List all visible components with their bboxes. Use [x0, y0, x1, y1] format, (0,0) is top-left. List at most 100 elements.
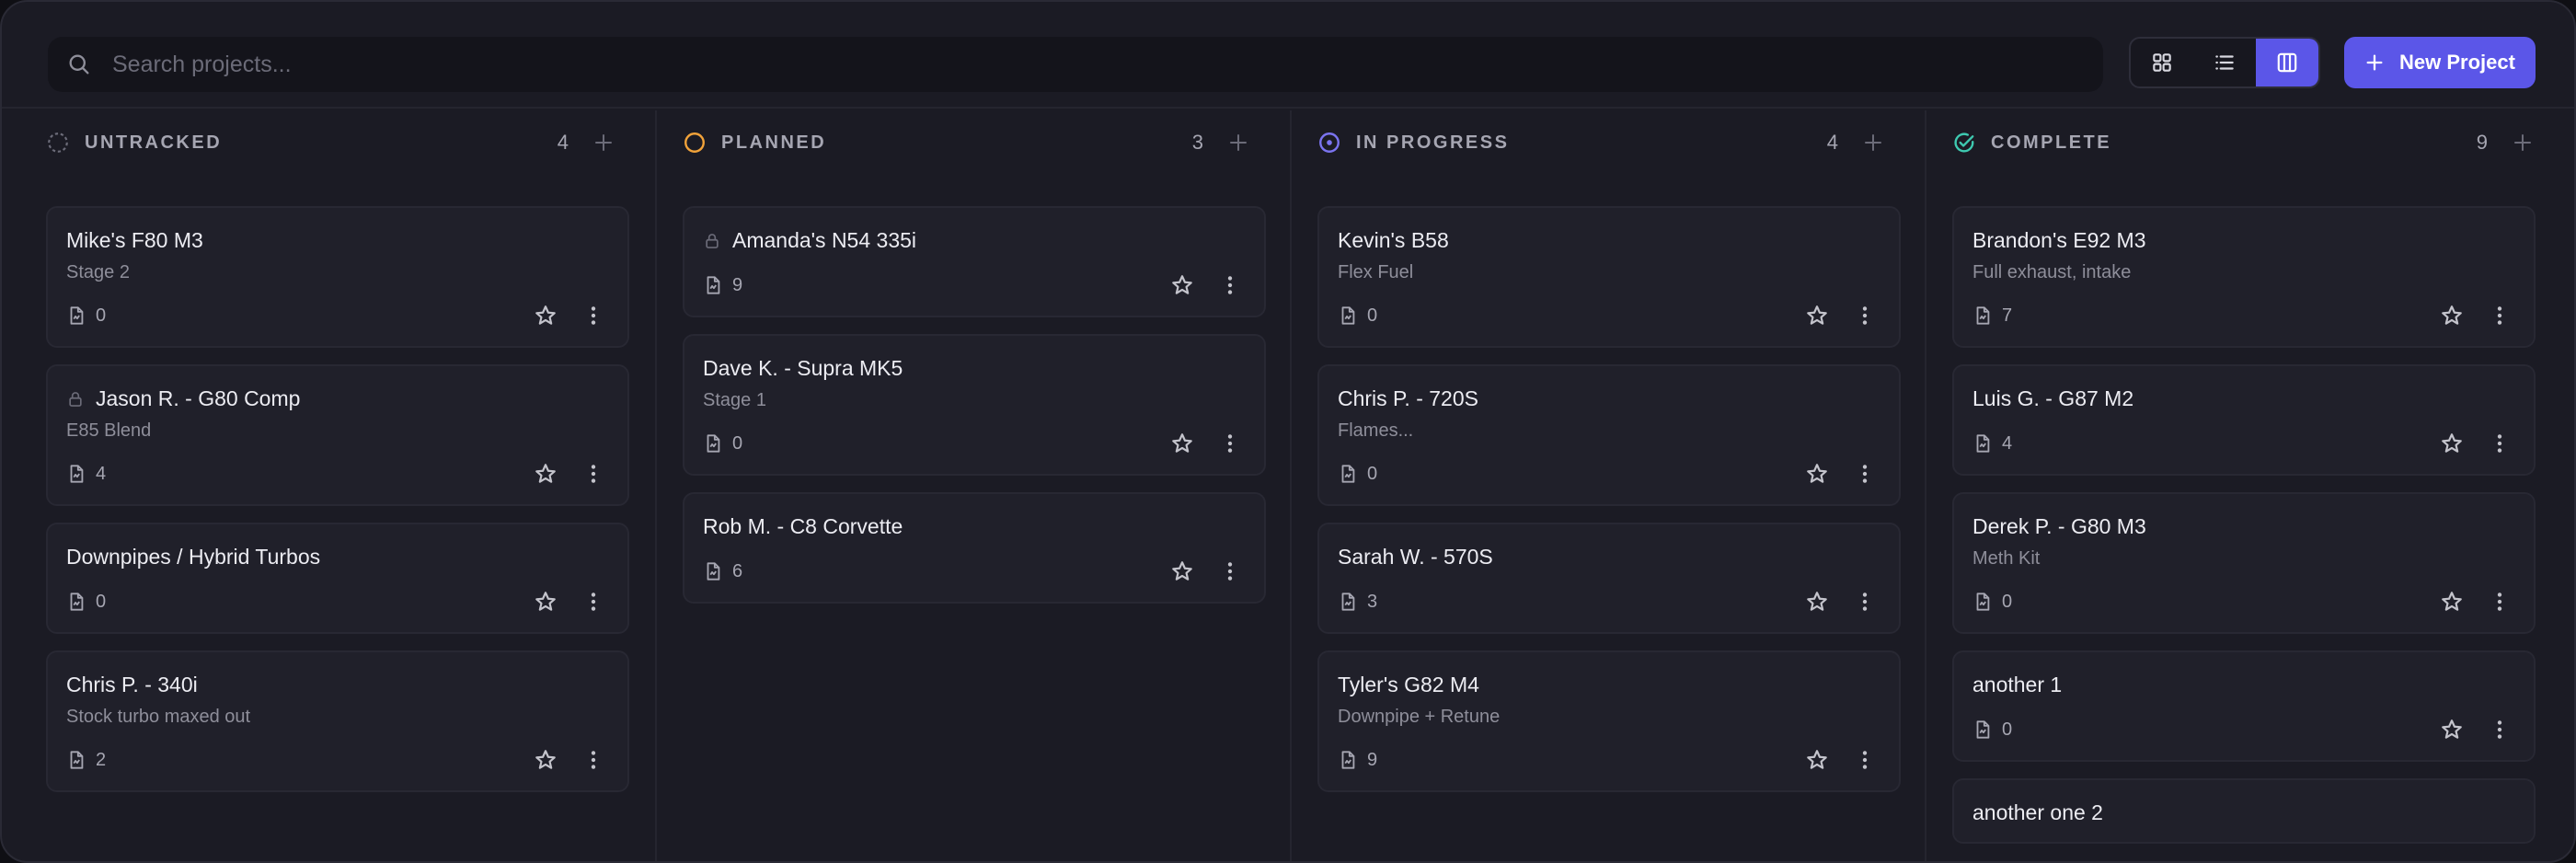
star-icon[interactable]	[1805, 748, 1829, 772]
card-actions	[534, 748, 605, 772]
card-footer: 3	[1338, 588, 1880, 616]
column-header: COMPLETE 9	[1952, 110, 2548, 175]
project-card[interactable]: Downpipes / Hybrid Turbos 0	[46, 523, 629, 634]
file-count: 0	[1972, 719, 2012, 741]
add-card-icon[interactable]	[1227, 132, 1249, 154]
project-card[interactable]: Jason R. - G80 Comp E85 Blend 4	[46, 364, 629, 506]
more-vertical-icon[interactable]	[1218, 432, 1242, 455]
star-icon[interactable]	[1170, 273, 1194, 297]
more-vertical-icon[interactable]	[581, 590, 605, 614]
star-icon[interactable]	[534, 462, 558, 486]
project-card[interactable]: Luis G. - G87 M2 4	[1952, 364, 2536, 476]
star-icon[interactable]	[1805, 462, 1829, 486]
card-subtitle: Stock turbo maxed out	[66, 707, 251, 727]
column-untracked: UNTRACKED 4 Mike's F80 M3 Stage 2 0 Jaso…	[2, 110, 657, 861]
column-header: IN PROGRESS 4	[1317, 110, 1899, 175]
circle-icon	[684, 132, 705, 153]
project-card[interactable]: Amanda's N54 335i 9	[683, 206, 1266, 317]
more-vertical-icon[interactable]	[1853, 748, 1877, 772]
file-count-value: 0	[96, 591, 107, 612]
project-card[interactable]: another 1 0	[1952, 650, 2536, 762]
board-view-button[interactable]	[2256, 39, 2318, 86]
star-icon[interactable]	[534, 304, 558, 328]
star-icon[interactable]	[1805, 304, 1829, 328]
more-vertical-icon[interactable]	[1218, 559, 1242, 583]
card-footer: 9	[1338, 746, 1880, 774]
file-count-value: 7	[2002, 305, 2013, 326]
card-title-row: Chris P. - 720S	[1338, 386, 1880, 411]
search-input[interactable]	[112, 51, 2044, 78]
file-count: 0	[1338, 305, 1377, 327]
project-card[interactable]: Rob M. - C8 Corvette 6	[683, 492, 1266, 604]
file-count: 0	[66, 592, 106, 613]
more-vertical-icon[interactable]	[1853, 462, 1877, 486]
star-icon[interactable]	[534, 748, 558, 772]
file-count: 4	[66, 464, 106, 485]
star-icon[interactable]	[1170, 432, 1194, 455]
more-vertical-icon[interactable]	[581, 748, 605, 772]
more-vertical-icon[interactable]	[581, 462, 605, 486]
dot-circle-icon	[1319, 132, 1340, 153]
file-icon	[1341, 593, 1355, 611]
star-icon[interactable]	[1805, 590, 1829, 614]
more-vertical-icon[interactable]	[1853, 590, 1877, 614]
check-circle-icon	[1954, 132, 1974, 153]
file-count: 2	[66, 750, 106, 771]
card-title: Amanda's N54 335i	[732, 228, 917, 252]
column-count: 4	[557, 131, 569, 154]
project-card[interactable]: Sarah W. - 570S 3	[1317, 523, 1901, 634]
star-icon[interactable]	[2440, 590, 2464, 614]
project-card[interactable]: Derek P. - G80 M3 Meth Kit 0	[1952, 492, 2536, 634]
more-vertical-icon[interactable]	[581, 304, 605, 328]
file-icon	[707, 276, 720, 294]
file-count-value: 4	[96, 463, 107, 484]
card-footer: 2	[66, 746, 609, 774]
column-header: PLANNED 3	[683, 110, 1264, 175]
star-icon[interactable]	[534, 590, 558, 614]
search-bar[interactable]	[48, 37, 2103, 92]
column-in-progress: IN PROGRESS 4 Kevin's B58 Flex Fuel 0 Ch…	[1292, 110, 1926, 861]
more-vertical-icon[interactable]	[1853, 304, 1877, 328]
card-footer: 0	[1972, 716, 2515, 743]
lock-icon	[69, 391, 82, 407]
list-view-button[interactable]	[2193, 39, 2256, 86]
add-card-icon[interactable]	[1862, 132, 1884, 154]
star-icon[interactable]	[2440, 718, 2464, 742]
file-count-value: 0	[1367, 463, 1378, 484]
file-count: 0	[703, 433, 742, 455]
card-title-row: Amanda's N54 335i	[703, 228, 1246, 253]
project-card[interactable]: Tyler's G82 M4 Downpipe + Retune 9	[1317, 650, 1901, 792]
file-icon	[1976, 593, 1990, 611]
card-title: Kevin's B58	[1338, 228, 1449, 252]
card-list: Amanda's N54 335i 9 Dave K. - Supra MK5 …	[683, 206, 1266, 604]
more-vertical-icon[interactable]	[1218, 273, 1242, 297]
card-title-row: Derek P. - G80 M3	[1972, 514, 2515, 539]
file-count: 0	[66, 305, 106, 327]
project-card[interactable]: Chris P. - 340i Stock turbo maxed out 2	[46, 650, 629, 792]
project-card[interactable]: another one 2	[1952, 778, 2536, 844]
card-title-row: another one 2	[1972, 800, 2515, 825]
new-project-button[interactable]: New Project	[2344, 37, 2536, 88]
project-card[interactable]: Chris P. - 720S Flames... 0	[1317, 364, 1901, 506]
star-icon[interactable]	[2440, 304, 2464, 328]
add-card-icon[interactable]	[2512, 132, 2534, 154]
project-card[interactable]: Dave K. - Supra MK5 Stage 1 0	[683, 334, 1266, 476]
more-vertical-icon[interactable]	[2488, 590, 2512, 614]
project-card[interactable]: Mike's F80 M3 Stage 2 0	[46, 206, 629, 348]
more-vertical-icon[interactable]	[2488, 718, 2512, 742]
project-card[interactable]: Brandon's E92 M3 Full exhaust, intake 7	[1952, 206, 2536, 348]
more-vertical-icon[interactable]	[2488, 304, 2512, 328]
card-list: Mike's F80 M3 Stage 2 0 Jason R. - G80 C…	[46, 206, 629, 792]
grid-view-button[interactable]	[2131, 39, 2193, 86]
card-title: Chris P. - 340i	[66, 673, 198, 696]
project-card[interactable]: Kevin's B58 Flex Fuel 0	[1317, 206, 1901, 348]
more-vertical-icon[interactable]	[2488, 432, 2512, 455]
card-subtitle: Stage 1	[703, 390, 766, 410]
card-actions	[534, 462, 605, 486]
card-footer: 6	[703, 558, 1246, 585]
star-icon[interactable]	[2440, 432, 2464, 455]
star-icon[interactable]	[1170, 559, 1194, 583]
new-project-label: New Project	[2399, 51, 2515, 74]
card-title: Sarah W. - 570S	[1338, 545, 1493, 569]
add-card-icon[interactable]	[592, 132, 615, 154]
